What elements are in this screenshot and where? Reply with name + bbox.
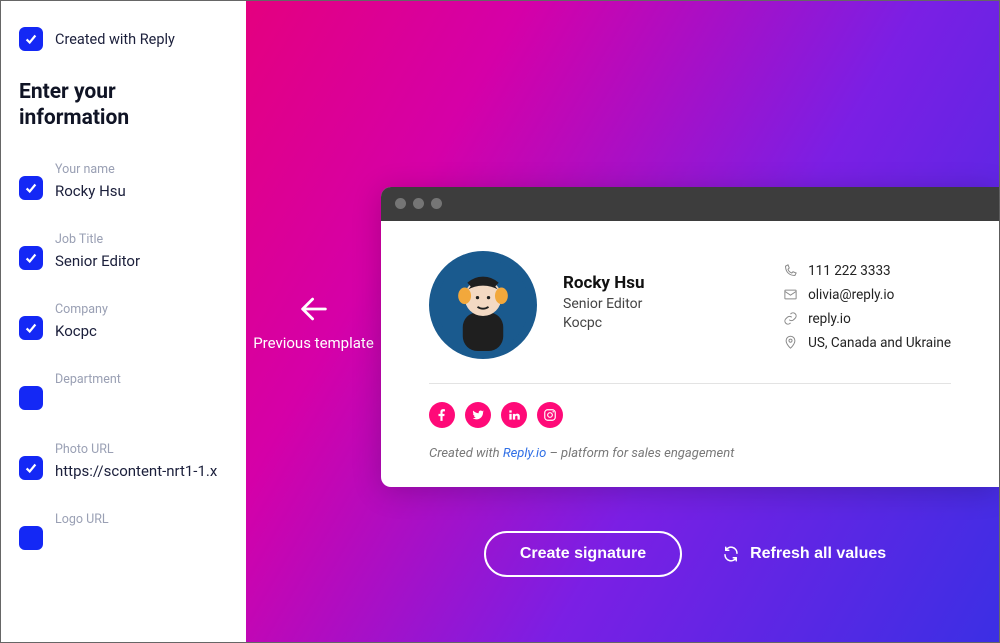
preview-company: Kocpc — [563, 314, 757, 334]
divider — [429, 383, 951, 384]
facebook-icon[interactable] — [429, 402, 455, 428]
checkbox-icon[interactable] — [19, 456, 43, 480]
linkedin-icon[interactable] — [501, 402, 527, 428]
company-input[interactable] — [55, 322, 228, 340]
field-label-company: Company — [55, 302, 228, 317]
field-logo-url: Logo URL — [19, 512, 228, 550]
link-icon — [783, 311, 798, 326]
refresh-icon — [722, 545, 740, 563]
checkbox-icon[interactable] — [19, 316, 43, 340]
twitter-icon[interactable] — [465, 402, 491, 428]
checkbox-icon[interactable] — [19, 176, 43, 200]
mail-icon — [783, 287, 798, 302]
social-row — [429, 402, 951, 428]
field-job-title: Job Title — [19, 232, 228, 270]
action-buttons: Create signature Refresh all values — [381, 531, 999, 577]
contact-address: US, Canada and Ukraine — [783, 335, 951, 351]
photo-url-input[interactable] — [55, 462, 228, 480]
field-your-name: Your name — [19, 162, 228, 200]
preview-window: Rocky Hsu Senior Editor Kocpc 111 222 33… — [381, 187, 999, 487]
avatar — [429, 251, 537, 359]
checkbox-icon[interactable] — [19, 386, 43, 410]
created-with-reply-toggle[interactable]: Created with Reply — [19, 27, 228, 51]
name-input[interactable] — [55, 182, 228, 200]
field-label-department: Department — [55, 372, 228, 387]
contact-email: olivia@reply.io — [783, 287, 951, 303]
credit-line: Created with Reply.io – platform for sal… — [429, 446, 951, 461]
window-titlebar — [381, 187, 999, 221]
refresh-values-button[interactable]: Refresh all values — [712, 533, 896, 575]
field-label-logo-url: Logo URL — [55, 512, 228, 527]
field-label-photo-url: Photo URL — [55, 442, 228, 457]
identity-block: Rocky Hsu Senior Editor Kocpc — [563, 251, 757, 359]
field-label-name: Your name — [55, 162, 228, 177]
create-signature-button[interactable]: Create signature — [484, 531, 682, 577]
created-with-reply-label: Created with Reply — [55, 31, 175, 48]
contact-block: 111 222 3333 olivia@reply.io reply.io — [783, 251, 951, 359]
section-heading: Enter your information — [19, 79, 228, 132]
traffic-light-icon — [413, 198, 424, 209]
field-company: Company — [19, 302, 228, 340]
job-title-input[interactable] — [55, 252, 228, 270]
contact-website: reply.io — [783, 311, 951, 327]
checkbox-icon[interactable] — [19, 246, 43, 270]
main-area: Previous template — [246, 1, 999, 642]
previous-template-button[interactable]: Previous template — [246, 292, 381, 352]
sidebar: Created with Reply Enter your informatio… — [1, 1, 246, 642]
field-label-job-title: Job Title — [55, 232, 228, 247]
preview-name: Rocky Hsu — [563, 273, 757, 293]
credit-link[interactable]: Reply.io — [503, 446, 546, 461]
logo-url-input[interactable] — [55, 532, 228, 550]
department-input[interactable] — [55, 392, 228, 410]
phone-icon — [783, 263, 798, 278]
preview-job-title: Senior Editor — [563, 295, 757, 315]
checkbox-icon — [19, 27, 43, 51]
field-department: Department — [19, 372, 228, 410]
map-pin-icon — [783, 335, 798, 350]
contact-phone: 111 222 3333 — [783, 263, 951, 279]
field-photo-url: Photo URL — [19, 442, 228, 480]
instagram-icon[interactable] — [537, 402, 563, 428]
arrow-left-icon — [297, 292, 331, 326]
traffic-light-icon — [395, 198, 406, 209]
previous-template-label: Previous template — [253, 334, 374, 352]
checkbox-icon[interactable] — [19, 526, 43, 550]
traffic-light-icon — [431, 198, 442, 209]
